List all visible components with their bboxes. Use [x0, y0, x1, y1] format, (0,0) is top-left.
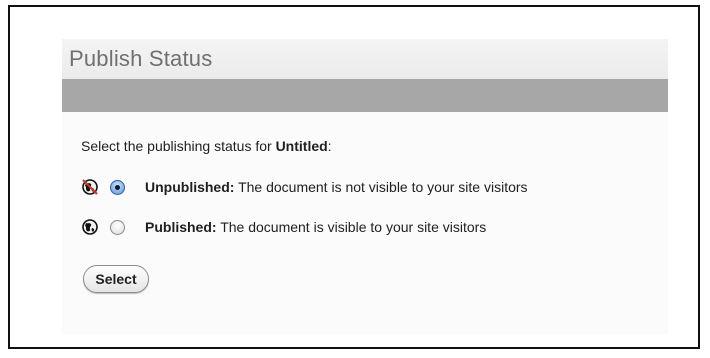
panel-header-strip: [62, 79, 668, 112]
document-name: Untitled: [275, 138, 328, 154]
published-option-text: Published: The document is visible to yo…: [145, 219, 486, 235]
published-radio[interactable]: [110, 219, 125, 235]
panel-title: Publish Status: [69, 46, 213, 71]
prompt-suffix: :: [327, 138, 332, 154]
screenshot-frame: Publish Status Select the publishing sta…: [8, 5, 700, 349]
unpublished-option-text: Unpublished: The document is not visible…: [145, 179, 528, 195]
unpublished-radio[interactable]: [110, 179, 125, 195]
panel-body: Select the publishing status for Untitle…: [62, 112, 668, 334]
unpublished-description: The document is not visible to your site…: [234, 179, 528, 195]
option-unpublished[interactable]: Unpublished: The document is not visible…: [81, 176, 528, 198]
unpublished-globe-icon: [81, 178, 99, 196]
option-published[interactable]: Published: The document is visible to yo…: [81, 216, 486, 238]
select-button[interactable]: Select: [83, 265, 149, 293]
published-globe-icon: [81, 218, 99, 236]
publish-status-panel: Publish Status Select the publishing sta…: [62, 39, 668, 334]
published-description: The document is visible to your site vis…: [216, 219, 487, 235]
unpublished-label: Unpublished:: [145, 179, 235, 195]
panel-title-bar: Publish Status: [62, 39, 668, 79]
status-prompt: Select the publishing status for Untitle…: [81, 138, 332, 154]
published-label: Published:: [145, 219, 217, 235]
prompt-text: Select the publishing status for: [81, 138, 276, 154]
